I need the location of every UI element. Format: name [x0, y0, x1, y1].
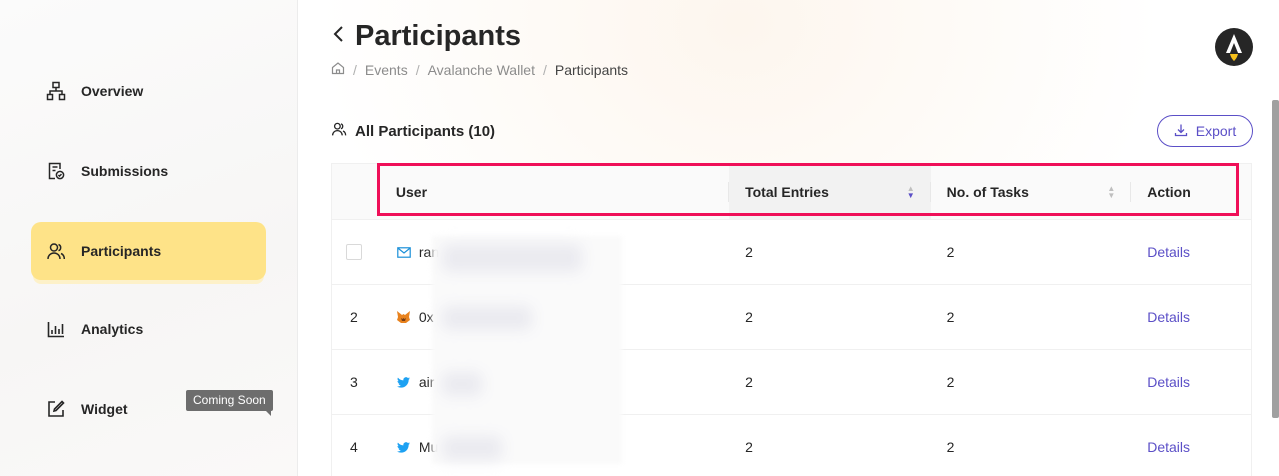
sidebar-item-label: Submissions — [81, 163, 169, 179]
coming-soon-badge: Coming Soon — [186, 390, 273, 416]
column-header-action: Action — [1131, 164, 1251, 219]
details-link[interactable]: Details — [1147, 374, 1190, 390]
breadcrumb-separator: / — [543, 61, 547, 78]
row-checkbox[interactable] — [345, 244, 362, 260]
edit-icon — [45, 398, 67, 420]
header-select — [332, 164, 376, 219]
avatar[interactable] — [1215, 28, 1253, 66]
column-header-user: User — [376, 164, 730, 219]
action-cell: Details — [1131, 374, 1251, 390]
row-index: 3 — [350, 374, 358, 390]
metamask-icon — [396, 310, 412, 324]
row-index: 2 — [350, 309, 358, 325]
breadcrumb: / Events / Avalanche Wallet / Participan… — [331, 61, 628, 78]
total-entries-cell: 2 — [745, 309, 753, 325]
users-icon — [331, 121, 347, 142]
details-link[interactable]: Details — [1147, 244, 1190, 260]
column-header-total-entries[interactable]: Total Entries ▲ ▼ — [729, 164, 931, 219]
redaction-blur — [432, 236, 622, 464]
page-header: Participants — [331, 20, 521, 53]
column-label: Total Entries — [745, 183, 829, 200]
breadcrumb-separator: / — [415, 61, 420, 78]
table-header: User Total Entries ▲ ▼ No. of Tasks ▲ ▼ Ac… — [332, 164, 1251, 220]
sidebar-item-label: Analytics — [81, 321, 144, 337]
document-check-icon — [45, 160, 67, 182]
section-title: All Participants (10) — [355, 123, 496, 140]
twitter-icon — [396, 441, 412, 453]
sitemap-icon — [45, 80, 67, 102]
sidebar-item-overview[interactable]: Overview — [31, 62, 266, 120]
sidebar: Overview Submissions Participants Analyt… — [0, 0, 298, 476]
row-index: 4 — [350, 439, 358, 455]
tasks-cell: 2 — [946, 439, 955, 455]
users-icon — [45, 240, 67, 262]
total-entries-cell: 2 — [745, 244, 753, 260]
sidebar-item-participants[interactable]: Participants — [31, 222, 266, 280]
sort-icon[interactable]: ▲ ▼ — [1107, 185, 1115, 200]
twitter-icon — [396, 376, 412, 388]
bar-chart-icon — [45, 318, 67, 340]
breadcrumb-item-current: Participants — [554, 61, 629, 78]
column-header-tasks[interactable]: No. of Tasks ▲ ▼ — [931, 164, 1132, 219]
page-title: Participants — [355, 20, 521, 52]
action-cell: Details — [1131, 309, 1251, 325]
row-select[interactable] — [332, 244, 376, 260]
back-arrow-icon[interactable] — [331, 24, 345, 49]
action-cell: Details — [1131, 439, 1251, 455]
export-button[interactable]: Export — [1157, 115, 1253, 147]
column-label: No. of Tasks — [946, 183, 1029, 200]
scrollbar[interactable] — [1272, 100, 1279, 418]
email-icon — [396, 246, 412, 258]
breadcrumb-item-event[interactable]: Avalanche Wallet — [428, 62, 535, 78]
total-entries-cell: 2 — [745, 374, 753, 390]
total-entries-cell: 2 — [745, 439, 753, 455]
tasks-cell: 2 — [946, 374, 955, 390]
home-icon[interactable] — [331, 61, 345, 78]
tasks-cell: 2 — [946, 309, 955, 325]
details-link[interactable]: Details — [1147, 309, 1190, 325]
column-label: User — [395, 183, 428, 200]
tasks-cell: 2 — [946, 244, 955, 260]
download-icon — [1174, 123, 1188, 140]
sidebar-item-submissions[interactable]: Submissions — [31, 142, 266, 200]
breadcrumb-item-events[interactable]: Events — [365, 62, 408, 78]
column-label: Action — [1147, 183, 1191, 200]
sidebar-item-analytics[interactable]: Analytics — [31, 300, 266, 358]
export-label: Export — [1195, 123, 1237, 139]
sort-icon[interactable]: ▲ ▼ — [907, 185, 915, 200]
sidebar-item-label: Overview — [81, 83, 144, 99]
breadcrumb-separator: / — [353, 61, 357, 78]
details-link[interactable]: Details — [1147, 439, 1190, 455]
participants-section-header: All Participants (10) — [331, 121, 495, 142]
sidebar-item-label: Participants — [81, 243, 162, 259]
sidebar-item-label: Widget — [81, 401, 128, 417]
action-cell: Details — [1131, 244, 1251, 260]
